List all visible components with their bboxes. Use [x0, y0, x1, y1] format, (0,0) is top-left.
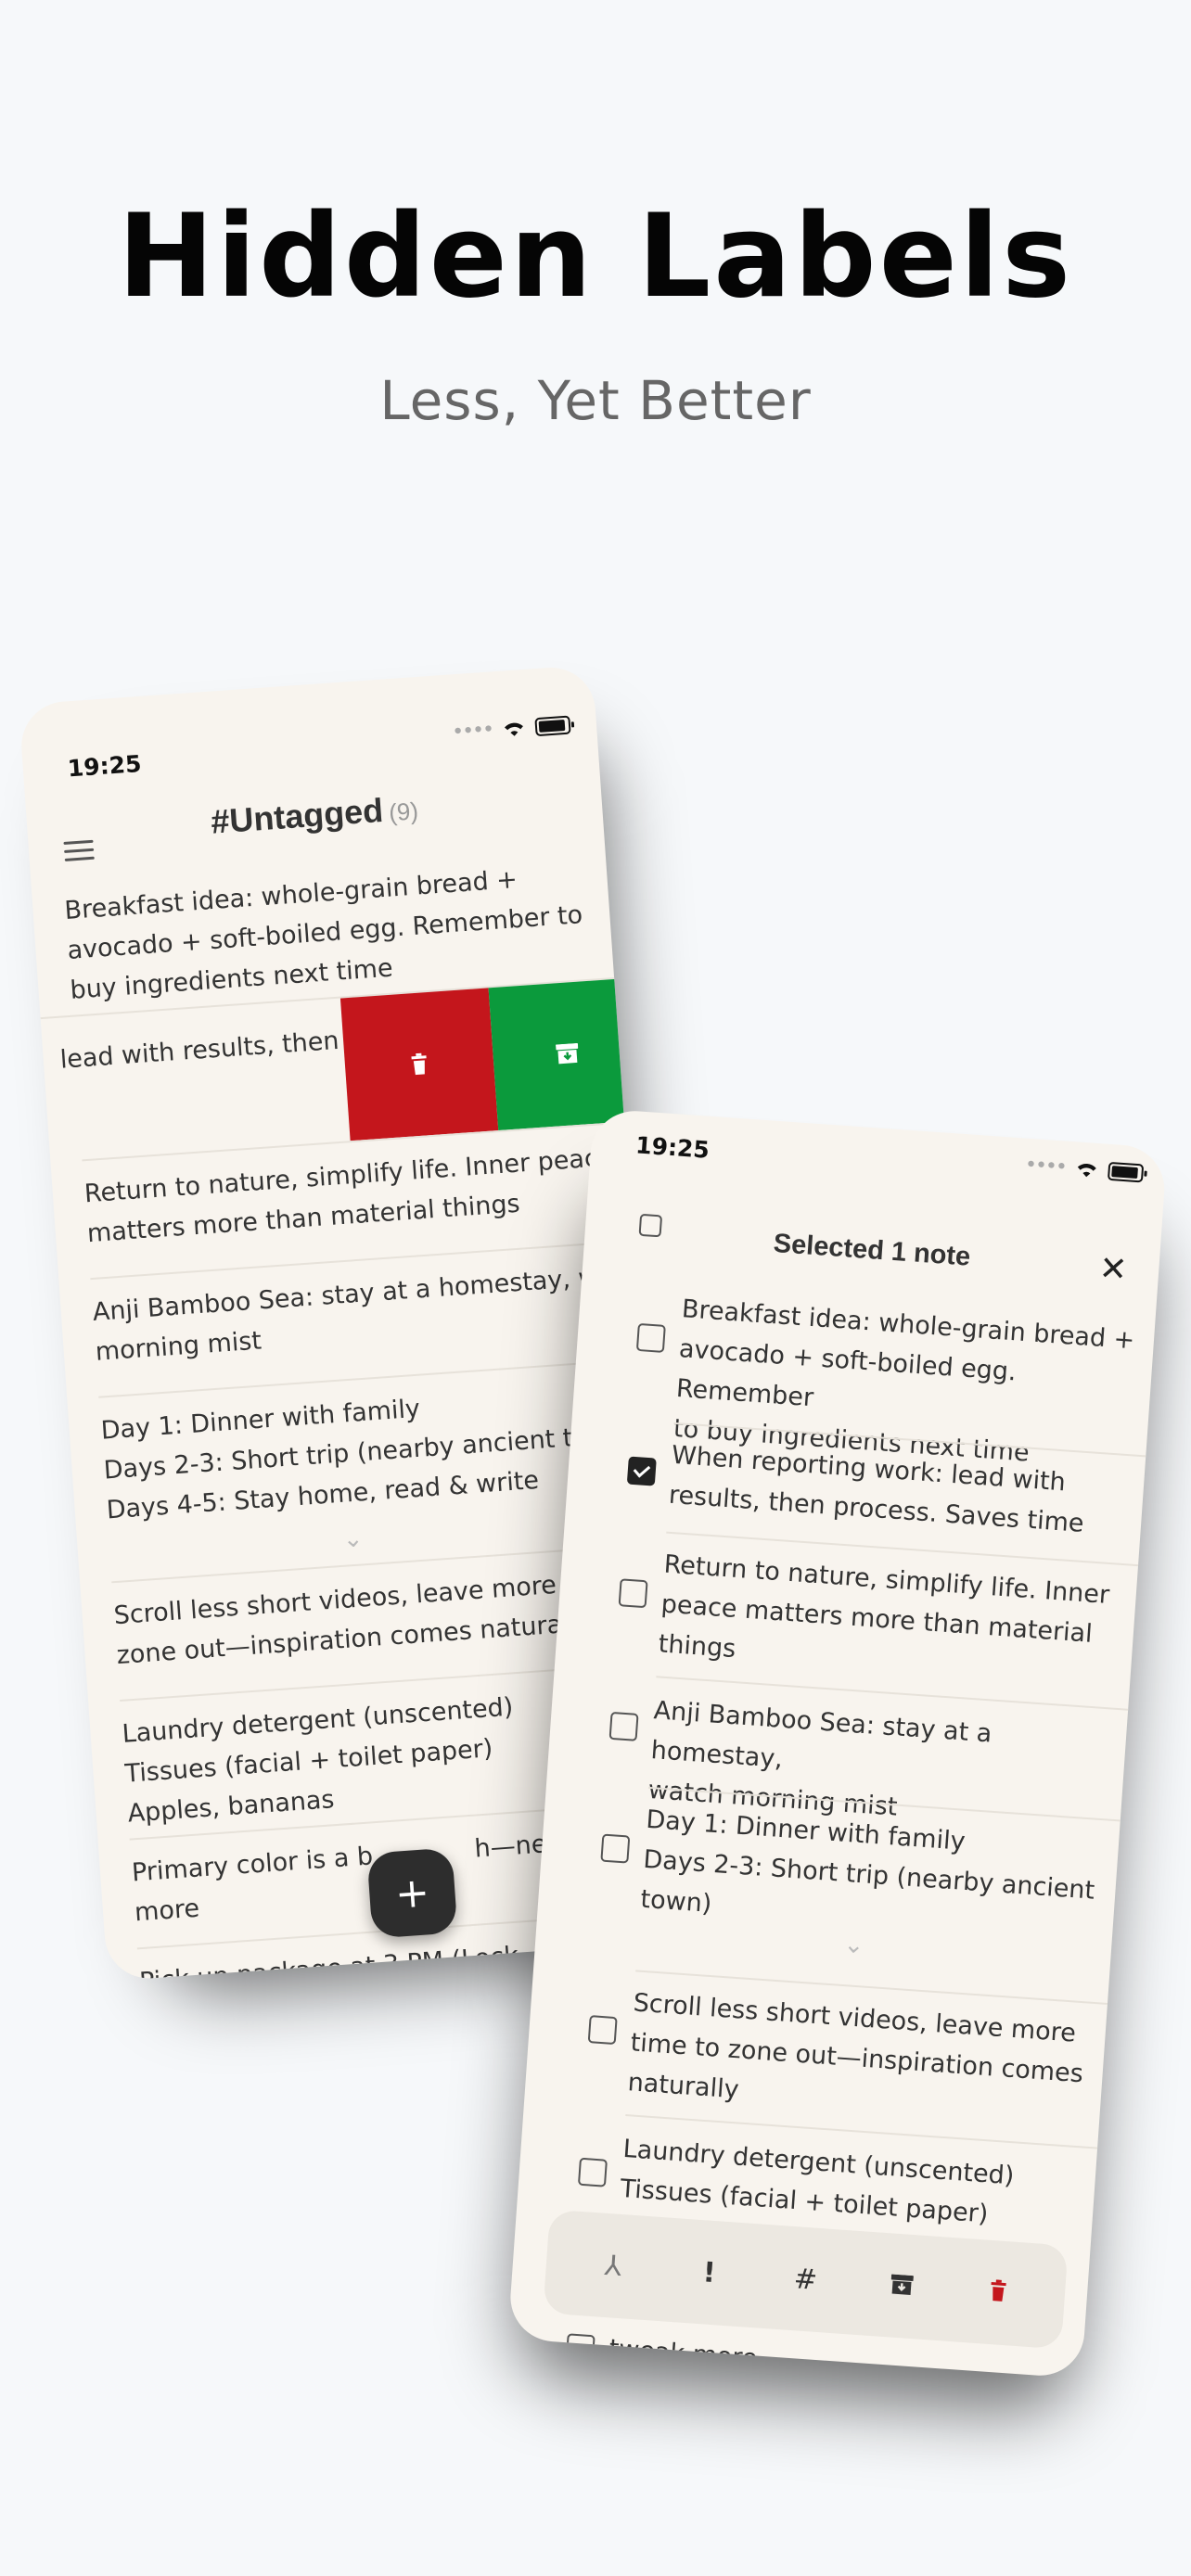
note-count: (9) — [388, 797, 419, 827]
archive-icon — [890, 2274, 914, 2295]
list-item[interactable]: Anji Bamboo Sea: stay at a homestay, wat… — [90, 1239, 652, 1372]
priority-icon[interactable]: ! — [681, 2254, 738, 2290]
archive-icon — [556, 1042, 579, 1065]
signal-icon: •••• — [1024, 1153, 1067, 1180]
note-checkbox[interactable] — [635, 1322, 666, 1353]
list-item[interactable]: Return to nature, simplify life. Inner p… — [657, 1545, 1119, 1696]
tag-icon[interactable]: # — [776, 2261, 834, 2297]
hero-title: Hidden Labels — [117, 190, 1074, 324]
list-title-text: #Untagged — [209, 790, 385, 841]
wifi-icon — [504, 722, 523, 736]
selection-title: Selected 1 note — [772, 1228, 972, 1272]
status-time: 19:25 — [66, 749, 143, 783]
right-phone-screen: 19:25 •••• Selected 1 note ✕ Breakfast i… — [507, 1108, 1168, 2379]
add-note-button[interactable]: + — [366, 1847, 458, 1939]
expand-chevron-icon[interactable]: ⌄ — [843, 1931, 865, 1959]
note-checkbox[interactable] — [600, 1833, 631, 1864]
swipe-archive-button[interactable] — [488, 977, 647, 1131]
note-checkbox[interactable] — [587, 2015, 618, 2046]
wifi-icon — [1077, 1163, 1096, 1177]
status-time: 19:25 — [634, 1131, 711, 1164]
signal-icon: •••• — [451, 718, 493, 745]
battery-icon — [1107, 1161, 1145, 1182]
status-icons: •••• — [451, 713, 571, 745]
status-icons: •••• — [1024, 1153, 1145, 1185]
note-checkbox[interactable] — [618, 1578, 648, 1609]
battery-icon — [534, 715, 571, 736]
note-line: lead with results, then — [58, 1026, 340, 1075]
right-phone-wrapper: 19:25 •••• Selected 1 note ✕ Breakfast i… — [507, 1108, 1168, 2416]
note-checkbox[interactable] — [577, 2157, 608, 2187]
delete-button[interactable] — [969, 2275, 1027, 2311]
trash-icon — [991, 2278, 1006, 2302]
archive-button[interactable] — [873, 2268, 930, 2304]
list-title: #Untagged (9) — [26, 775, 602, 854]
note-checkbox-checked[interactable] — [626, 1456, 657, 1486]
swipe-delete-button[interactable] — [339, 988, 499, 1141]
merge-icon[interactable]: ⅄ — [584, 2248, 642, 2284]
list-item[interactable]: Scroll less short videos, leave more tim… — [626, 1983, 1088, 2134]
hero-subtitle: Less, Yet Better — [379, 369, 812, 432]
expand-chevron-icon[interactable]: ⌄ — [342, 1524, 365, 1553]
close-icon[interactable]: ✕ — [1098, 1249, 1129, 1289]
trash-icon — [411, 1052, 427, 1076]
note-checkbox[interactable] — [608, 1711, 639, 1741]
